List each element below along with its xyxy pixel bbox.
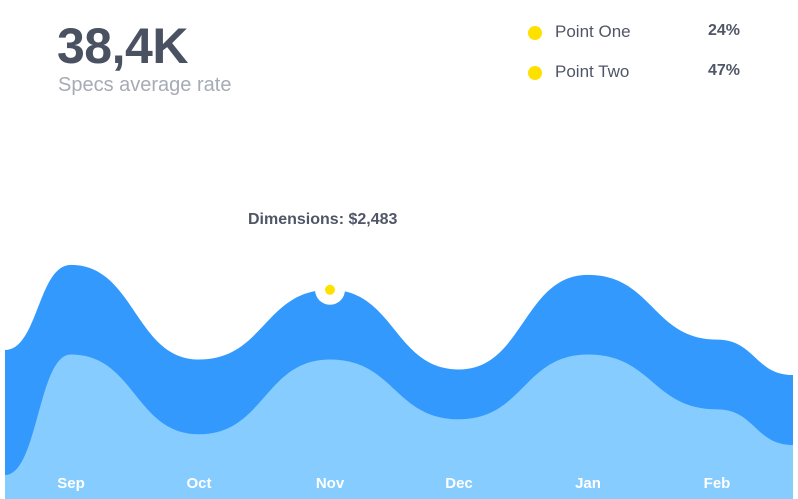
marker-dot [325, 284, 335, 295]
area-chart: Sep Oct Nov Dec Jan Feb [5, 264, 793, 499]
x-tick-label-dec: Dec [445, 475, 473, 492]
x-tick-label-jan: Jan [575, 475, 601, 492]
highlight-point-marker[interactable] [315, 274, 345, 305]
x-tick-label-nov: Nov [316, 475, 345, 492]
x-tick-label-oct: Oct [186, 475, 211, 492]
x-tick-label-sep: Sep [57, 475, 85, 492]
x-tick-label-feb: Feb [704, 475, 731, 492]
